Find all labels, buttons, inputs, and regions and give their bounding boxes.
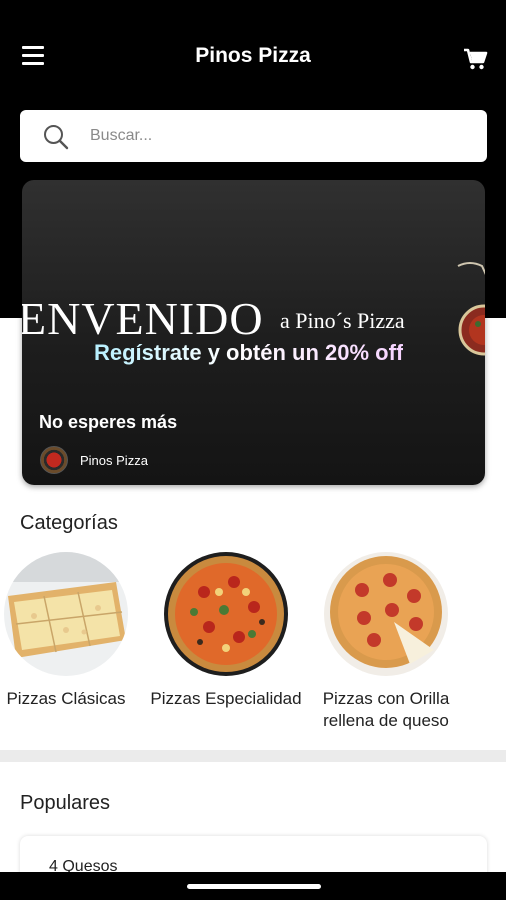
category-item-pizzas-orilla-queso[interactable]: Pizzas con Orilla rellena de queso [306,552,466,732]
category-label: Pizzas con Orilla rellena de queso [322,689,450,730]
category-item-pizzas-especialidad[interactable]: Pizzas Especialidad [146,552,306,710]
categories-heading: Categorías [20,512,118,534]
category-image-pizzas-orilla-queso [324,552,448,676]
search-icon [42,123,70,151]
promo-banner[interactable]: ENVENIDO a Pino´s Pizza Regístrate y obt… [22,180,485,485]
category-item-pizzas-clasicas[interactable]: Pizzas Clásicas [0,552,146,710]
top-app-bar: Pinos Pizza [0,28,506,84]
banner-headline-sub: a Pino´s Pizza [280,308,405,333]
home-gesture-handle[interactable] [187,884,321,889]
banner-headline: ENVENIDO [22,293,264,344]
search-input[interactable] [90,122,470,150]
category-image-pizzas-especialidad [164,552,288,676]
category-label: Pizzas Especialidad [150,689,302,708]
banner-caption: No esperes más [39,412,178,432]
system-navigation-bar [0,872,506,900]
category-image-pizzas-clasicas [4,552,128,676]
category-label: Pizzas Clásicas [6,689,126,708]
pizza-emblem-icon [458,304,485,356]
pizza-peel-icon [457,262,485,276]
banner-promo-text: Regístrate y obtén un 20% off [94,340,404,365]
cart-icon[interactable] [462,46,488,72]
populares-heading: Populares [20,792,111,814]
section-divider [0,750,506,762]
app-title: Pinos Pizza [195,44,311,67]
brand-logo [40,446,68,474]
search-bar[interactable] [20,110,487,162]
banner-brand-name: Pinos Pizza [80,453,148,468]
